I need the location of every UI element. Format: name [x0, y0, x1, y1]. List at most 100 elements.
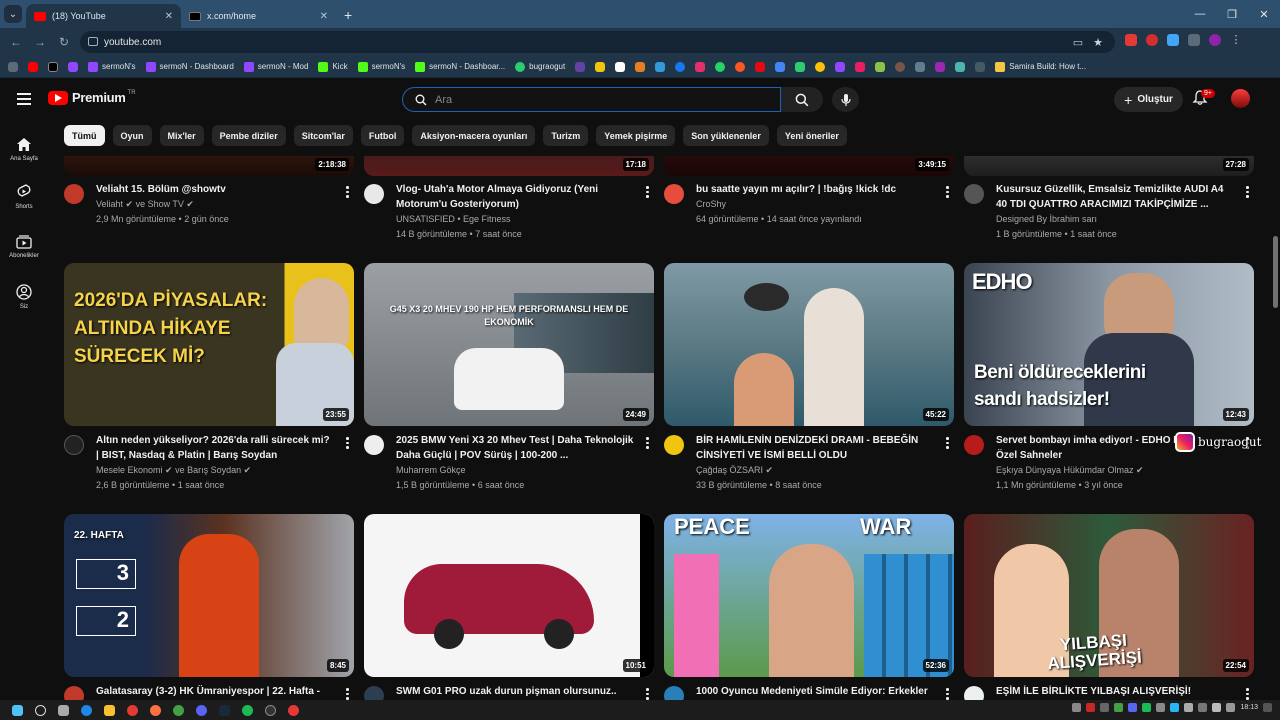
- tray-app-icon[interactable]: [1114, 703, 1124, 712]
- video-title[interactable]: 2025 BMW Yeni X3 20 Mhev Test | Daha Tek…: [396, 433, 634, 463]
- reload-icon[interactable]: ↻: [52, 35, 76, 49]
- more-options-icon[interactable]: [946, 186, 950, 200]
- channel-name[interactable]: Muharrem Gökçe: [396, 463, 636, 478]
- channel-name[interactable]: Mesele Ekonomi ✔ ve Barış Soydan ✔: [96, 463, 336, 478]
- facebook-icon[interactable]: [675, 61, 686, 72]
- channel-avatar[interactable]: [964, 435, 984, 455]
- search-input[interactable]: [435, 92, 765, 108]
- sidebar-item-subscriptions[interactable]: Abonelikler: [0, 222, 48, 272]
- menu-icon[interactable]: [17, 93, 31, 108]
- bookmark-favicon-icon[interactable]: [735, 61, 746, 72]
- bookmark-item[interactable]: sermoN - Dashboar...: [415, 61, 505, 72]
- bookmark-favicon-icon[interactable]: [955, 61, 966, 72]
- chip-football[interactable]: Futbol: [360, 125, 405, 146]
- chip-action-adventure[interactable]: Aksiyon-macera oyunları: [412, 125, 536, 146]
- youtube-bookmark-icon[interactable]: [28, 61, 38, 72]
- app-icon[interactable]: [288, 704, 299, 716]
- video-title[interactable]: SWM G01 PRO uzak durun pişman olursunuz.…: [396, 684, 634, 699]
- tray-app-icon[interactable]: [1142, 703, 1152, 712]
- channel-avatar[interactable]: [964, 184, 984, 204]
- browser-tab-x[interactable]: x.com/home ✕: [181, 4, 336, 28]
- channel-name[interactable]: UNSATISFIED • Ege Fitness: [396, 212, 636, 227]
- video-thumbnail[interactable]: 27:28: [964, 156, 1254, 176]
- bookmark-favicon-icon[interactable]: [575, 61, 586, 72]
- cast-icon[interactable]: ▭: [1073, 36, 1083, 49]
- search-button[interactable]: [781, 87, 823, 112]
- bookmark-favicon-icon[interactable]: [795, 61, 806, 72]
- bookmark-favicon-icon[interactable]: [815, 61, 826, 72]
- extension-icon[interactable]: [1125, 34, 1137, 46]
- video-thumbnail[interactable]: PEACE WAR 52:36: [664, 514, 954, 677]
- discord-icon[interactable]: [196, 704, 207, 716]
- puzzle-icon[interactable]: [1188, 34, 1200, 46]
- channel-avatar[interactable]: [664, 686, 684, 700]
- tray-app-icon[interactable]: [1100, 703, 1110, 712]
- edge-icon[interactable]: [81, 704, 92, 716]
- profile-icon[interactable]: [1209, 34, 1221, 46]
- bookmark-favicon-icon[interactable]: [895, 61, 906, 72]
- sidebar-item-shorts[interactable]: Shorts: [0, 172, 48, 222]
- chip-tourism[interactable]: Turizm: [543, 125, 589, 146]
- channel-avatar[interactable]: [364, 435, 384, 455]
- search-icon[interactable]: [35, 704, 46, 716]
- app-icon[interactable]: [150, 704, 161, 716]
- tab-search-icon[interactable]: ⌄: [4, 5, 22, 23]
- video-title[interactable]: Kusursuz Güzellik, Emsalsiz Temizlikte A…: [996, 182, 1234, 212]
- video-title[interactable]: Galatasaray (3-2) HK Ümraniyespor | 22. …: [96, 684, 334, 699]
- chip-gaming[interactable]: Oyun: [112, 125, 152, 146]
- video-thumbnail[interactable]: 22. HAFTA 3 2 8:45: [64, 514, 354, 677]
- volume-icon[interactable]: [1212, 703, 1222, 712]
- notification-center-icon[interactable]: [1263, 703, 1272, 712]
- video-thumbnail[interactable]: YILBAŞI ALIŞVERİŞİ 22:54: [964, 514, 1254, 677]
- video-title[interactable]: 1000 Oyuncu Medeniyeti Simüle Ediyor: Er…: [696, 684, 934, 699]
- channel-avatar[interactable]: [664, 435, 684, 455]
- bookmark-item[interactable]: Samira Build: How t...: [995, 61, 1086, 72]
- bookmark-item[interactable]: sermoN's: [88, 61, 136, 72]
- video-title[interactable]: Servet bombayı imha ediyor! - EDHO En Öz…: [996, 433, 1196, 463]
- bookmark-favicon-icon[interactable]: [935, 61, 946, 72]
- maximize-button[interactable]: ❐: [1216, 0, 1248, 28]
- spotify-icon[interactable]: [242, 704, 253, 716]
- extension-icon[interactable]: [1167, 34, 1179, 46]
- chrome-icon[interactable]: [173, 704, 184, 716]
- channel-name[interactable]: Eşkıya Dünyaya Hükümdar Olmaz ✔: [996, 463, 1236, 478]
- bookmark-favicon-icon[interactable]: [615, 61, 626, 72]
- more-options-icon[interactable]: [646, 688, 650, 700]
- channel-avatar[interactable]: [964, 686, 984, 700]
- video-thumbnail[interactable]: EDHO Beni öldüreceklerini sandı hadsizle…: [964, 263, 1254, 426]
- tray-app-icon[interactable]: [1128, 703, 1138, 712]
- channel-avatar[interactable]: [364, 686, 384, 700]
- file-explorer-icon[interactable]: [104, 704, 115, 716]
- create-button[interactable]: + Oluştur: [1114, 87, 1183, 112]
- bookmark-item[interactable]: sermoN's: [357, 61, 405, 72]
- video-thumbnail[interactable]: 10:51: [364, 514, 654, 677]
- channel-avatar[interactable]: [364, 184, 384, 204]
- bookmark-favicon-icon[interactable]: [855, 61, 866, 72]
- tray-app-icon[interactable]: [1156, 703, 1166, 712]
- bookmark-favicon-icon[interactable]: [775, 61, 786, 72]
- site-info-icon[interactable]: [88, 37, 98, 46]
- video-thumbnail[interactable]: 3:49:15: [664, 156, 954, 176]
- more-options-icon[interactable]: [1246, 688, 1250, 700]
- address-bar[interactable]: youtube.com ▭ ★: [80, 31, 1115, 53]
- forward-icon[interactable]: →: [28, 35, 52, 49]
- clock[interactable]: 18:13: [1240, 704, 1258, 711]
- headset-icon[interactable]: [1072, 703, 1082, 712]
- bookmark-star-icon[interactable]: ★: [1093, 36, 1103, 49]
- channel-avatar[interactable]: [664, 184, 684, 204]
- task-view-icon[interactable]: [58, 704, 69, 716]
- chip-sitcoms[interactable]: Sitcom'lar: [293, 125, 353, 146]
- tray-app-icon[interactable]: [1086, 703, 1096, 712]
- channel-name[interactable]: CroShy: [696, 197, 936, 212]
- video-title[interactable]: bu saatte yayın mı açılır? | !bağış !kic…: [696, 182, 934, 197]
- close-tab-icon[interactable]: ✕: [165, 11, 173, 22]
- video-title[interactable]: Veliaht 15. Bölüm @showtv: [96, 182, 334, 197]
- whatsapp-icon[interactable]: [715, 61, 726, 72]
- x-bookmark-icon[interactable]: [48, 61, 58, 72]
- close-window-button[interactable]: ✕: [1248, 0, 1280, 28]
- video-title[interactable]: BİR HAMİLENİN DENİZDEKİ DRAMI - BEBEĞİN …: [696, 433, 934, 463]
- netflix-icon[interactable]: [755, 61, 766, 72]
- youtube-premium-logo[interactable]: Premium TR: [48, 90, 136, 105]
- obs-icon[interactable]: [265, 704, 276, 716]
- more-options-icon[interactable]: [346, 688, 350, 700]
